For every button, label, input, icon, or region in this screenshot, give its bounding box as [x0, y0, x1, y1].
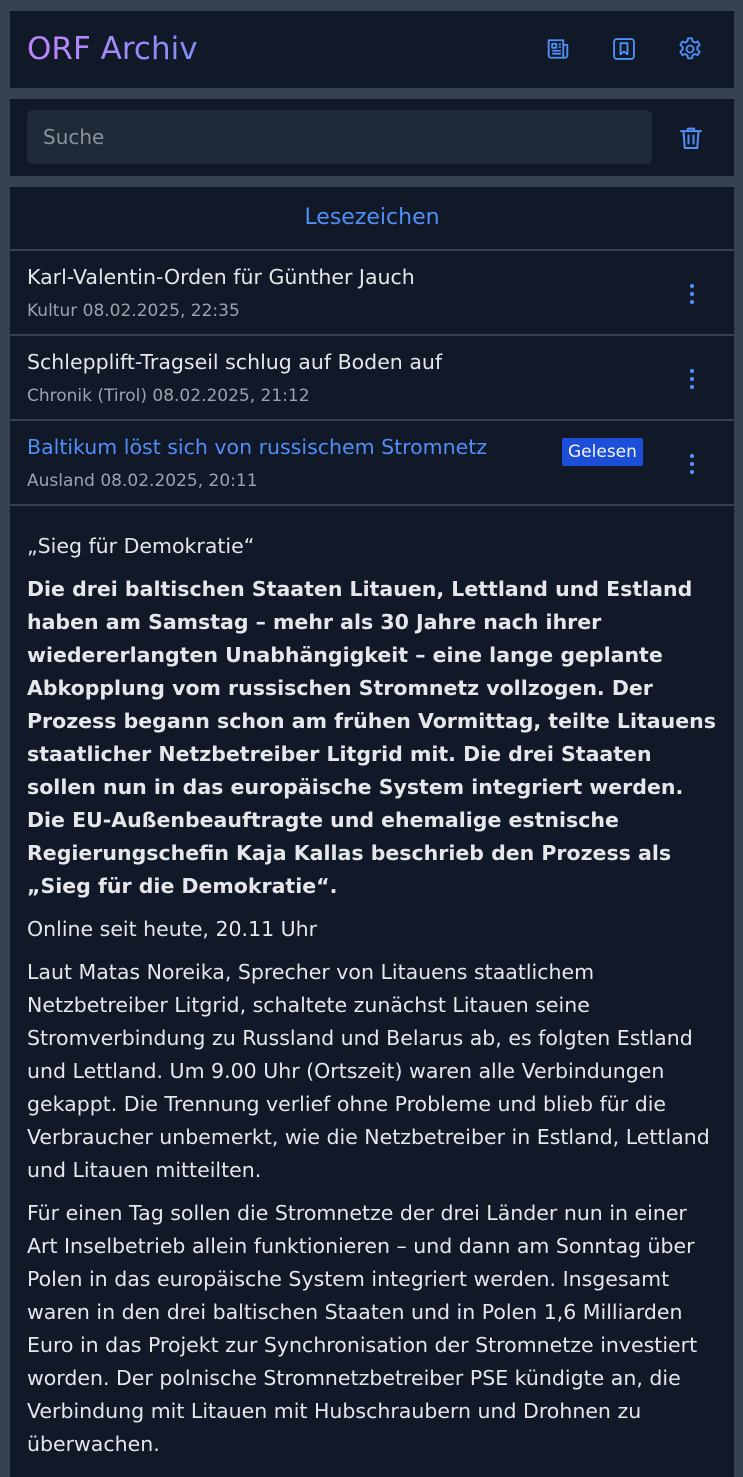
app-header: ORF Archiv — [10, 11, 734, 88]
more-vertical-icon — [689, 453, 695, 475]
more-options-button[interactable] — [680, 364, 704, 394]
settings-button[interactable] — [674, 33, 706, 65]
bookmark-meta: Ausland 08.02.2025, 20:11 — [27, 471, 258, 491]
more-vertical-icon — [689, 283, 695, 305]
article-kicker: „Sieg für Demokratie“ — [27, 534, 255, 558]
app-title-prefix: ORF — [27, 31, 91, 67]
search-input[interactable] — [27, 110, 652, 164]
bookmark-item[interactable]: Karl-Valentin-Orden für Günther Jauch Ku… — [10, 251, 734, 336]
bookmarks-heading[interactable]: Lesezeichen — [10, 187, 734, 251]
search-bar — [10, 99, 734, 176]
article-paragraph: Laut Matas Noreika, Sprecher von Litauen… — [27, 960, 710, 1182]
bookmark-item[interactable]: Schlepplift-Tragseil schlug auf Boden au… — [10, 336, 734, 421]
article-lead: Die drei baltischen Staaten Litauen, Let… — [27, 577, 716, 898]
bookmark-title: Schlepplift-Tragseil schlug auf Boden au… — [27, 350, 443, 374]
bookmark-meta: Kultur 08.02.2025, 22:35 — [27, 301, 240, 321]
app-title-suffix: Archiv — [90, 31, 198, 67]
more-vertical-icon — [689, 368, 695, 390]
clear-search-button[interactable] — [674, 121, 708, 155]
bookmark-meta: Chronik (Tirol) 08.02.2025, 21:12 — [27, 386, 310, 406]
news-button[interactable] — [542, 33, 574, 65]
bookmark-title: Karl-Valentin-Orden für Günther Jauch — [27, 265, 415, 289]
article-paragraph: Für einen Tag sollen die Stromnetze der … — [27, 1201, 698, 1456]
news-icon — [547, 39, 569, 59]
bookmarks-button[interactable] — [608, 33, 640, 65]
app-title[interactable]: ORF Archiv — [27, 29, 198, 69]
bookmark-icon — [613, 38, 635, 60]
more-options-button[interactable] — [680, 449, 704, 479]
trash-icon — [680, 127, 702, 149]
more-options-button[interactable] — [680, 279, 704, 309]
gear-icon — [679, 37, 701, 60]
read-badge: Gelesen — [562, 438, 643, 466]
article-body: „Sieg für Demokratie“ Die drei baltische… — [10, 506, 734, 1461]
bookmark-list: Lesezeichen Karl-Valentin-Orden für Günt… — [10, 187, 734, 1477]
bookmark-item-expanded[interactable]: Baltikum löst sich von russischem Stromn… — [10, 421, 734, 506]
article-online-since: Online seit heute, 20.11 Uhr — [27, 917, 318, 941]
bookmark-title: Baltikum löst sich von russischem Stromn… — [27, 435, 488, 459]
